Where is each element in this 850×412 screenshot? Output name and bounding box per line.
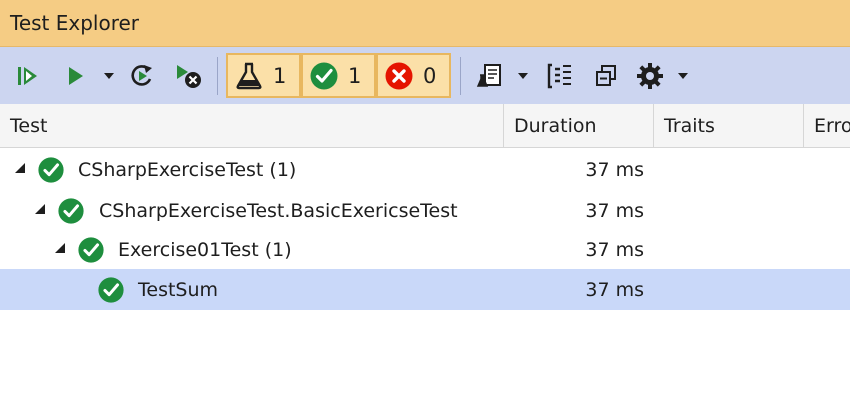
filter-all-count: 1 (273, 63, 287, 88)
settings-dropdown-arrow-icon (678, 72, 688, 79)
title-bar: Test Explorer (0, 0, 850, 47)
column-header-label: Duration (514, 115, 597, 137)
window-title: Test Explorer (10, 11, 140, 35)
tree-row-selected[interactable]: TestSum 37 ms (0, 269, 850, 310)
expanded-arrow-icon[interactable] (54, 242, 66, 254)
tree-row[interactable]: Exercise01Test (1) 37 ms (0, 229, 850, 270)
passed-icon (58, 198, 84, 224)
toolbar-separator (460, 57, 461, 95)
test-name: TestSum (138, 278, 219, 301)
toolbar: 1 1 0 (0, 47, 850, 104)
test-duration: 37 ms (585, 278, 644, 301)
column-header-label: Traits (664, 115, 715, 137)
column-header-duration[interactable]: Duration (504, 104, 654, 148)
column-header-row: Test Duration Traits Erro (0, 104, 850, 148)
failed-icon (385, 62, 413, 89)
playlist-dropdown-arrow-icon (518, 72, 528, 79)
run-all-tests-icon (18, 66, 37, 85)
passed-icon (98, 277, 124, 303)
tree-row[interactable]: CSharpExerciseTest (1) 37 ms (0, 149, 850, 190)
filter-passed-count: 1 (348, 63, 362, 88)
column-header-traits[interactable]: Traits (654, 104, 804, 148)
tree-row[interactable]: CSharpExerciseTest.BasicExericseTest 37 … (0, 190, 850, 231)
test-duration: 37 ms (585, 158, 644, 181)
filter-all-tests-button[interactable]: 1 (226, 53, 301, 98)
cancel-run-icon (177, 64, 201, 88)
collapse-all-icon (596, 64, 616, 86)
test-name: Exercise01Test (1) (118, 238, 292, 261)
filter-failed-button[interactable]: 0 (376, 53, 451, 98)
passed-icon (310, 62, 338, 89)
run-dropdown-button[interactable] (100, 47, 118, 104)
settings-gear-icon (637, 62, 663, 89)
group-by-icon (547, 63, 571, 88)
settings-button[interactable] (632, 47, 668, 104)
passed-icon (38, 157, 64, 183)
cancel-run-button[interactable] (170, 47, 206, 104)
settings-dropdown-button[interactable] (674, 47, 692, 104)
run-button[interactable] (60, 47, 90, 104)
repeat-last-run-button[interactable] (124, 47, 160, 104)
run-all-tests-button[interactable] (10, 47, 46, 104)
passed-icon (78, 237, 104, 263)
group-by-button[interactable] (542, 47, 578, 104)
test-name: CSharpExerciseTest (1) (78, 158, 297, 181)
run-icon (69, 66, 83, 85)
expanded-arrow-icon[interactable] (14, 162, 26, 174)
toolbar-separator (217, 57, 218, 95)
column-header-label: Erro (814, 115, 850, 137)
test-duration: 37 ms (585, 238, 644, 261)
repeat-last-run-icon (131, 64, 152, 86)
run-dropdown-arrow-icon (104, 72, 114, 79)
test-name: CSharpExerciseTest.BasicExericseTest (99, 199, 458, 222)
column-header-error[interactable]: Erro (804, 104, 850, 148)
flask-icon (236, 62, 262, 89)
filter-passed-button[interactable]: 1 (301, 53, 376, 98)
playlist-icon (476, 63, 501, 87)
expanded-arrow-icon[interactable] (34, 203, 46, 215)
column-header-test[interactable]: Test (0, 104, 504, 148)
playlist-dropdown-button[interactable] (514, 47, 532, 104)
playlist-button[interactable] (472, 47, 508, 104)
filter-failed-count: 0 (423, 63, 437, 88)
test-duration: 37 ms (585, 199, 644, 222)
column-header-label: Test (10, 115, 48, 137)
collapse-all-button[interactable] (588, 47, 624, 104)
